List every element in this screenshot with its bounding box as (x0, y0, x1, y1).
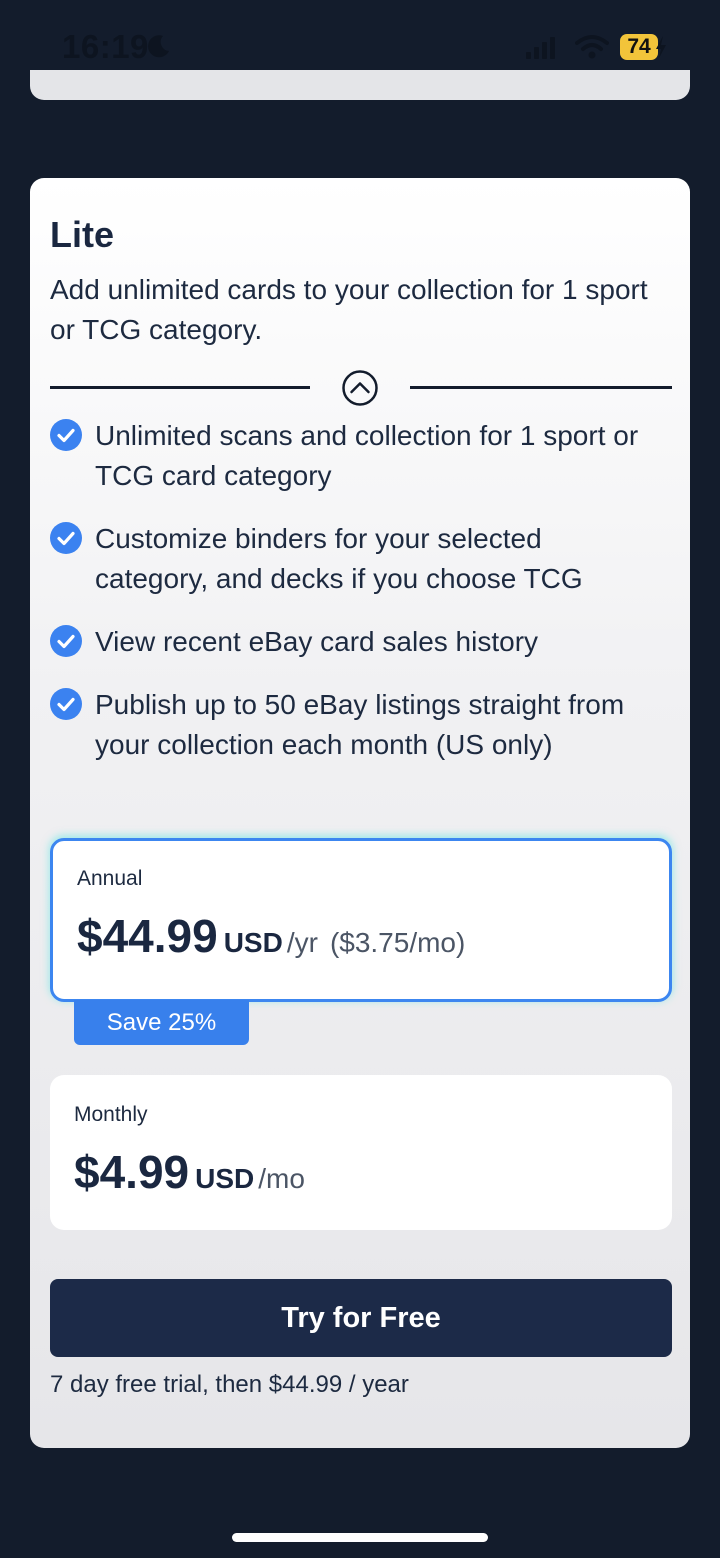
annual-monthly-equivalent: ($3.75/mo) (329, 927, 466, 958)
plan-description: Add unlimited cards to your collection f… (50, 274, 648, 345)
monthly-price-line: $4.99 USD/mo (74, 1145, 305, 1199)
monthly-currency: USD (195, 1163, 255, 1194)
try-for-free-button[interactable]: Try for Free (50, 1279, 672, 1357)
feature-text: Customize binders for your selected cate… (95, 523, 583, 594)
annual-currency: USD (223, 927, 283, 958)
feature-text: View recent eBay card sales history (95, 626, 539, 657)
annual-plan-option[interactable]: Annual $44.99 USD/yr ($3.75/mo) (50, 838, 672, 1002)
monthly-period: /mo (258, 1163, 305, 1194)
monthly-price: $4.99 (74, 1146, 190, 1198)
battery-charging-icon: 74 (620, 34, 658, 60)
feature-item: Customize binders for your selected cate… (50, 519, 660, 599)
feature-list: Unlimited scans and collection for 1 spo… (50, 416, 660, 765)
status-time: 16:19 (62, 28, 149, 65)
annual-price-line: $44.99 USD/yr ($3.75/mo) (77, 909, 465, 963)
checkmark-circle-icon (50, 625, 82, 657)
annual-option-label: Annual (77, 867, 143, 890)
feature-item: Publish up to 50 eBay listings straight … (50, 685, 660, 765)
chevron-up-circle-icon[interactable] (341, 369, 379, 407)
cellular-signal-icon (526, 37, 555, 59)
checkmark-circle-icon (50, 688, 82, 720)
feature-item: View recent eBay card sales history (50, 622, 660, 662)
feature-item: Unlimited scans and collection for 1 spo… (50, 416, 660, 496)
previous-plan-card-edge (30, 70, 690, 100)
plan-title: Lite (50, 214, 115, 255)
charging-bolt-icon (656, 36, 666, 58)
battery-level: 74 (627, 35, 651, 58)
monthly-option-label: Monthly (74, 1103, 148, 1126)
trial-note: 7 day free trial, then $44.99 / year (50, 1371, 409, 1398)
moon-icon (148, 35, 169, 58)
annual-period: /yr (286, 927, 318, 958)
monthly-plan-option[interactable]: Monthly $4.99 USD/mo (50, 1075, 672, 1230)
divider-left (50, 386, 310, 389)
save-badge: Save 25% (74, 1000, 249, 1045)
home-indicator[interactable] (232, 1533, 488, 1542)
feature-text: Publish up to 50 eBay listings straight … (95, 689, 625, 760)
divider-right (410, 386, 672, 389)
feature-text: Unlimited scans and collection for 1 spo… (95, 420, 639, 491)
annual-price: $44.99 (77, 910, 218, 962)
wifi-icon (575, 35, 609, 59)
checkmark-circle-icon (50, 522, 82, 554)
checkmark-circle-icon (50, 419, 82, 451)
plan-card: Lite Add unlimited cards to your collect… (30, 178, 690, 1448)
